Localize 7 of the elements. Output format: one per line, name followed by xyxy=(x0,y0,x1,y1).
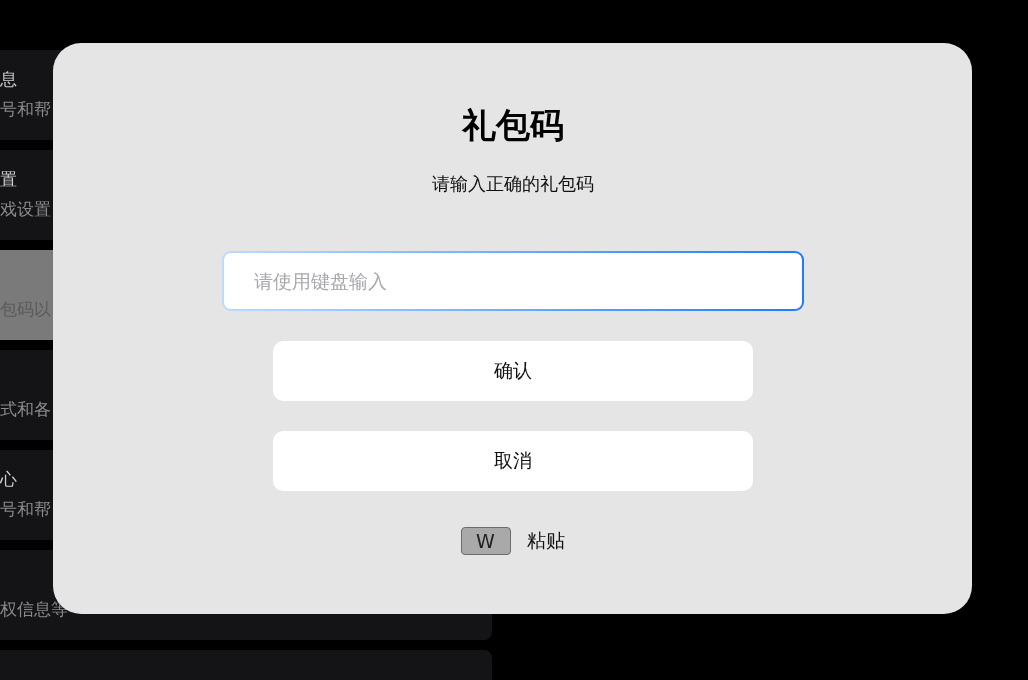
paste-label: 粘贴 xyxy=(526,528,565,553)
input-field[interactable]: 请使用键盘输入 xyxy=(221,251,804,311)
dialog-subtitle: 请输入正确的礼包码 xyxy=(431,172,594,196)
dialog-button[interactable]: 确认 xyxy=(272,341,753,401)
dialog-title: 礼包码 xyxy=(461,104,564,147)
dialog-button[interactable]: 取消 xyxy=(272,431,753,491)
key-cap: W xyxy=(460,527,511,555)
